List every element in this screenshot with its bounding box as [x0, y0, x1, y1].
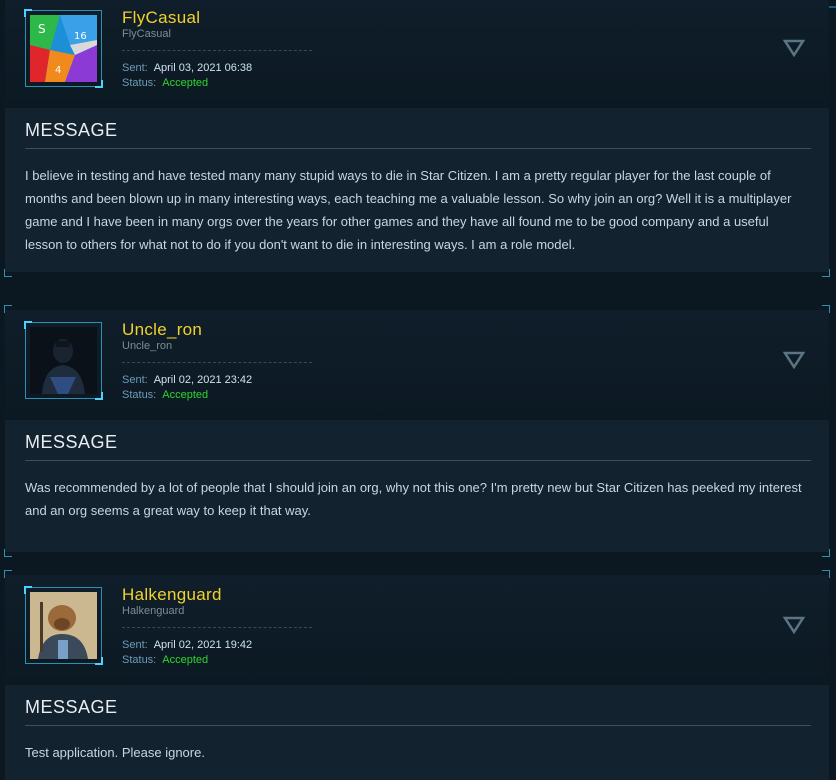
applicant-handle: FlyCasual [122, 28, 171, 40]
sent-label: Sent: [122, 639, 148, 651]
applicant-name[interactable]: Halkenguard [122, 585, 222, 605]
sent-label: Sent: [122, 374, 148, 386]
message-heading: MESSAGE [25, 432, 118, 452]
message-text: Was recommended by a lot of people that … [25, 480, 802, 518]
application-card: Uncle_ron Uncle_ron Sent: April 02, 2021 … [4, 305, 830, 557]
sent-label: Sent: [122, 62, 148, 74]
sent-date: April 03, 2021 06:38 [153, 62, 253, 74]
expand-toggle-icon[interactable] [782, 38, 806, 58]
applicant-name[interactable]: FlyCasual [122, 8, 200, 28]
applicant-handle: Halkenguard [122, 605, 185, 617]
applicant-handle: Uncle_ron [122, 340, 173, 352]
status-label: Status: [122, 77, 157, 89]
corner-bracket [822, 549, 830, 557]
avatar: S 16 4 [30, 15, 97, 82]
application-card: Halkenguard Halkenguard Sent: April 02, 2… [4, 570, 830, 780]
applicant-header: Uncle_ron Uncle_ron Sent: April 02, 2021 … [5, 310, 829, 420]
application-card: S 16 4 FlyCasual FlyCasual Sent: April 03… [4, 0, 830, 277]
message-heading: MESSAGE [25, 120, 118, 140]
message-heading: MESSAGE [25, 697, 118, 717]
avatar-frame[interactable]: S 16 4 [24, 9, 103, 88]
status-value: Accepted [162, 77, 209, 89]
expand-toggle-icon[interactable] [782, 350, 806, 370]
sent-row: Sent: April 02, 2021 23:42 [122, 374, 252, 386]
message-panel: MESSAGE Test application. Please ignore. [5, 685, 829, 780]
expand-toggle-icon[interactable] [782, 615, 806, 635]
corner-bracket [4, 269, 12, 277]
corner-bracket [822, 269, 830, 277]
sent-date: April 02, 2021 23:42 [153, 374, 253, 386]
corner-bracket [4, 549, 12, 557]
status-value: Accepted [162, 389, 209, 401]
message-panel: MESSAGE Was recommended by a lot of peop… [4, 420, 830, 557]
sent-date: April 02, 2021 19:42 [153, 639, 253, 651]
sent-row: Sent: April 03, 2021 06:38 [122, 62, 252, 74]
message-text: I believe in testing and have tested man… [25, 168, 792, 252]
message-text: Test application. Please ignore. [25, 745, 205, 760]
divider [122, 627, 312, 628]
status-label: Status: [122, 389, 157, 401]
status-row: Status: Accepted [122, 77, 208, 89]
sent-row: Sent: April 02, 2021 19:42 [122, 639, 252, 651]
applicant-header: S 16 4 FlyCasual FlyCasual Sent: April 03… [5, 0, 829, 108]
svg-text:16: 16 [74, 31, 87, 42]
avatar-frame[interactable] [24, 586, 103, 665]
avatar [30, 327, 97, 394]
avatar-frame[interactable] [24, 321, 103, 400]
status-label: Status: [122, 654, 157, 666]
message-panel: MESSAGE I believe in testing and have te… [4, 108, 830, 277]
message-rule [25, 460, 811, 461]
status-row: Status: Accepted [122, 654, 208, 666]
svg-text:4: 4 [55, 65, 61, 76]
message-rule [25, 148, 811, 149]
applicant-name[interactable]: Uncle_ron [122, 320, 202, 340]
avatar [30, 592, 97, 659]
status-value: Accepted [162, 654, 209, 666]
status-row: Status: Accepted [122, 389, 208, 401]
divider [122, 50, 312, 51]
applicant-header: Halkenguard Halkenguard Sent: April 02, 2… [5, 575, 829, 685]
svg-text:S: S [38, 22, 46, 36]
divider [122, 362, 312, 363]
message-rule [25, 725, 811, 726]
